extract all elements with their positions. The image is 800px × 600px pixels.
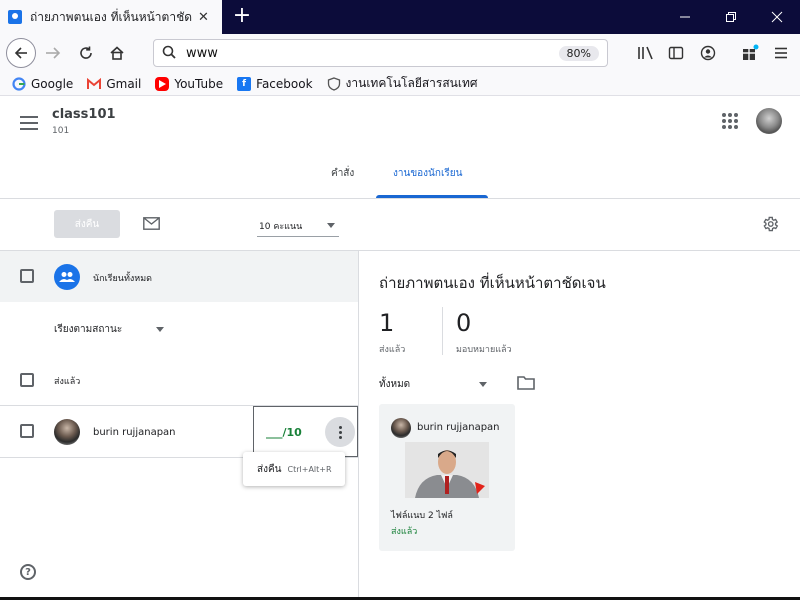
assigned-count: 0 (456, 309, 472, 337)
back-arrow-icon (6, 38, 36, 68)
gear-icon[interactable] (761, 215, 779, 236)
close-window-icon[interactable] (754, 0, 800, 34)
back-button[interactable] (6, 38, 36, 68)
home-icon[interactable] (102, 38, 132, 68)
attachments-count: ไฟล์แนบ 2 ไฟล์ (391, 511, 453, 521)
grade-input[interactable]: ___/10 (253, 406, 358, 457)
sidebar-icon[interactable] (666, 43, 686, 63)
tab-instructions[interactable]: คำสั่ง (331, 166, 354, 181)
grade-value: ___/10 (266, 426, 302, 439)
bookmarks-bar: Google Gmail YouTube f Facebook งานเทคโน… (0, 72, 800, 96)
gmail-icon (87, 77, 102, 91)
assigned-label: มอบหมายแล้ว (456, 345, 512, 355)
attachment-thumbnail (405, 442, 489, 498)
classroom-header: class101 101 คำสั่ง งานของนักเรียน (0, 96, 800, 199)
class-name[interactable]: class101 (52, 107, 116, 122)
search-icon (162, 45, 176, 62)
more-options-icon[interactable] (325, 417, 355, 447)
context-menu: ส่งคืน Ctrl+Alt+R (243, 452, 345, 486)
google-icon (12, 76, 26, 91)
chevron-down-icon (156, 327, 164, 332)
card-student-name: burin rujjanapan (417, 422, 500, 433)
turned-in-label: ส่งแล้ว (379, 345, 406, 355)
classroom-favicon-icon (8, 10, 22, 24)
main-menu-icon[interactable] (20, 116, 38, 134)
tab-strip: ถ่ายภาพตนเอง ที่เห็นหน้าตาชัดเจน ✕ + (0, 0, 800, 34)
bookmark-it-department[interactable]: งานเทคโนโลยีสารสนเทศ (327, 74, 478, 93)
account-icon[interactable] (698, 43, 718, 63)
folder-icon[interactable] (517, 375, 535, 393)
student-row[interactable]: burin rujjanapan ___/10 (0, 405, 358, 458)
help-icon[interactable]: ? (20, 564, 36, 580)
submission-status: ส่งแล้ว (391, 527, 418, 537)
select-all-checkbox[interactable] (20, 269, 34, 283)
menu-icon[interactable] (771, 43, 791, 63)
filter-select[interactable]: ทั้งหมด (379, 377, 491, 392)
assignment-title: ถ่ายภาพตนเอง ที่เห็นหน้าตาชัดเจน (379, 274, 606, 292)
active-tab-indicator (376, 195, 488, 198)
student-name: burin rujjanapan (93, 427, 176, 438)
close-tab-icon[interactable]: ✕ (198, 10, 209, 25)
grading-toolbar: ส่งคืน 10 คะแนน (0, 199, 800, 251)
group-icon (54, 264, 80, 290)
forward-arrow-icon[interactable] (38, 38, 68, 68)
email-icon[interactable] (143, 217, 160, 233)
return-button[interactable]: ส่งคืน (54, 210, 120, 238)
assignment-detail-panel: ถ่ายภาพตนเอง ที่เห็นหน้าตาชัดเจน 1 ส่งแล… (360, 251, 800, 600)
minimize-icon[interactable] (662, 0, 708, 34)
turned-in-count: 1 (379, 309, 395, 337)
menu-item-shortcut: Ctrl+Alt+R (287, 464, 332, 474)
tab-title: ถ่ายภาพตนเอง ที่เห็นหน้าตาชัดเจน (30, 9, 192, 24)
browser-tab[interactable]: ถ่ายภาพตนเอง ที่เห็นหน้าตาชัดเจน ✕ (0, 0, 222, 34)
tab-student-work[interactable]: งานของนักเรียน (393, 166, 462, 181)
student-avatar (54, 419, 80, 445)
points-select[interactable]: 10 คะแนน (257, 215, 339, 237)
sort-select[interactable]: เรียงตามสถานะ (54, 322, 168, 337)
account-avatar[interactable] (756, 108, 782, 134)
turned-in-section-checkbox[interactable] (20, 373, 34, 387)
chevron-down-icon (479, 382, 487, 387)
all-students-label: นักเรียนทั้งหมด (93, 274, 152, 284)
all-students-row[interactable]: นักเรียนทั้งหมด (0, 251, 358, 302)
class-section: 101 (52, 126, 70, 136)
library-icon[interactable] (636, 43, 656, 63)
bookmark-facebook[interactable]: f Facebook (237, 76, 313, 91)
address-bar[interactable]: www 80% (153, 39, 608, 67)
url-text: www (186, 45, 218, 61)
youtube-icon (155, 76, 170, 91)
student-checkbox[interactable] (20, 424, 34, 438)
google-apps-icon[interactable] (722, 113, 738, 129)
bookmark-youtube[interactable]: YouTube (155, 76, 223, 91)
navigation-bar: www 80% (0, 34, 800, 72)
menu-item-return[interactable]: ส่งคืน (257, 462, 282, 477)
submission-card[interactable]: burin rujjanapan ไฟล์แนบ 2 ไฟล์ ส่งแล้ว (379, 404, 515, 551)
shield-icon (327, 76, 341, 91)
restore-icon[interactable] (708, 0, 754, 34)
bookmark-google[interactable]: Google (12, 77, 73, 91)
facebook-icon: f (237, 76, 252, 91)
reload-icon[interactable] (71, 38, 101, 68)
zoom-level-badge[interactable]: 80% (558, 45, 599, 61)
turned-in-section-label: ส่งแล้ว (54, 377, 81, 387)
student-list-panel: นักเรียนทั้งหมด เรียงตามสถานะ ส่งแล้ว bu… (0, 251, 359, 600)
extensions-gift-icon[interactable] (740, 43, 760, 63)
bookmark-gmail[interactable]: Gmail (87, 77, 141, 91)
chevron-down-icon (327, 223, 335, 228)
stat-divider (442, 307, 443, 355)
student-avatar (391, 418, 411, 438)
new-tab-button[interactable]: + (230, 5, 254, 29)
